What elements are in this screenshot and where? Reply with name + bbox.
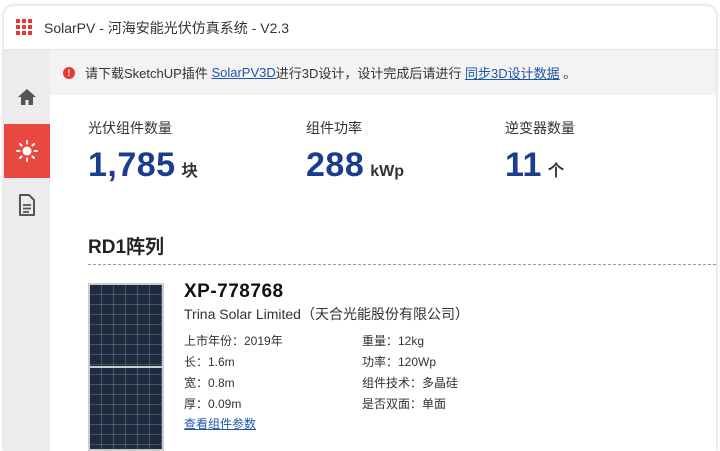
module-manufacturer: Trina Solar Limited（天合光能股份有限公司） <box>184 306 469 322</box>
solar-panel-image <box>88 283 164 451</box>
sun-icon <box>16 140 38 162</box>
sidebar-item-home[interactable] <box>4 70 50 124</box>
notice-text-3: 。 <box>563 66 577 81</box>
spec-technology: 组件技术：多晶硅 <box>362 376 459 390</box>
stat-value: 11 <box>505 146 542 184</box>
spec-length: 长：1.6m <box>184 355 235 369</box>
stat-inverter-count: 逆变器数量 11 个 <box>505 118 575 185</box>
spec-weight: 重量：12kg <box>362 334 425 348</box>
app-window: SolarPV - 河海安能光伏仿真系统 - V2.3 ! 请下载SketchU… <box>4 6 716 451</box>
spec-thickness: 厚：0.09m <box>184 397 242 411</box>
sync-3d-data-link[interactable]: 同步3D设计数据 <box>465 63 560 82</box>
stat-unit: 块 <box>181 163 198 180</box>
stat-value: 1,785 <box>88 146 176 184</box>
spec-bifacial: 是否双面：单面 <box>362 397 447 411</box>
spec-power: 功率：120Wp <box>362 355 437 369</box>
stat-module-power: 组件功率 288 kWp <box>306 118 404 185</box>
stat-label: 组件功率 <box>306 120 362 136</box>
stat-module-count: 光伏组件数量 1,785 块 <box>88 118 198 185</box>
notice-bar: ! 请下载SketchUP插件 SolarPV3D 进行3D设计，设计完成后请进… <box>50 50 716 95</box>
sidebar <box>4 50 50 451</box>
section-divider <box>88 264 716 265</box>
module-model-name: XP-778768 <box>184 281 284 302</box>
document-icon <box>19 194 35 216</box>
sketchup-plugin-link[interactable]: SolarPV3D <box>211 65 275 80</box>
spec-release-year: 上市年份：2019年 <box>184 334 283 348</box>
stat-unit: 个 <box>547 163 564 180</box>
array-section-title: RD1阵列 <box>88 237 165 258</box>
home-icon <box>18 89 36 105</box>
module-specs-left: 上市年份：2019年 长：1.6m 宽：0.8m 厚：0.09m <box>184 331 283 415</box>
view-module-params-link[interactable]: 查看组件参数 <box>184 415 256 432</box>
sidebar-item-solar[interactable] <box>4 124 50 178</box>
window-title: SolarPV - 河海安能光伏仿真系统 - V2.3 <box>44 19 290 36</box>
module-specs-right: 重量：12kg 功率：120Wp 组件技术：多晶硅 是否双面：单面 <box>362 331 458 415</box>
alert-icon: ! <box>63 66 75 79</box>
stat-value: 288 <box>306 146 365 184</box>
stat-unit: kWp <box>370 163 405 180</box>
notice-text-1: 请下载SketchUP插件 <box>85 66 208 81</box>
title-bar: SolarPV - 河海安能光伏仿真系统 - V2.3 <box>4 6 716 50</box>
sidebar-item-document[interactable] <box>4 178 50 232</box>
stat-label: 光伏组件数量 <box>88 120 172 136</box>
stat-label: 逆变器数量 <box>505 120 575 136</box>
spec-width: 宽：0.8m <box>184 376 235 390</box>
app-grid-icon <box>16 18 34 37</box>
notice-text-2: 进行3D设计，设计完成后请进行 <box>275 66 462 81</box>
